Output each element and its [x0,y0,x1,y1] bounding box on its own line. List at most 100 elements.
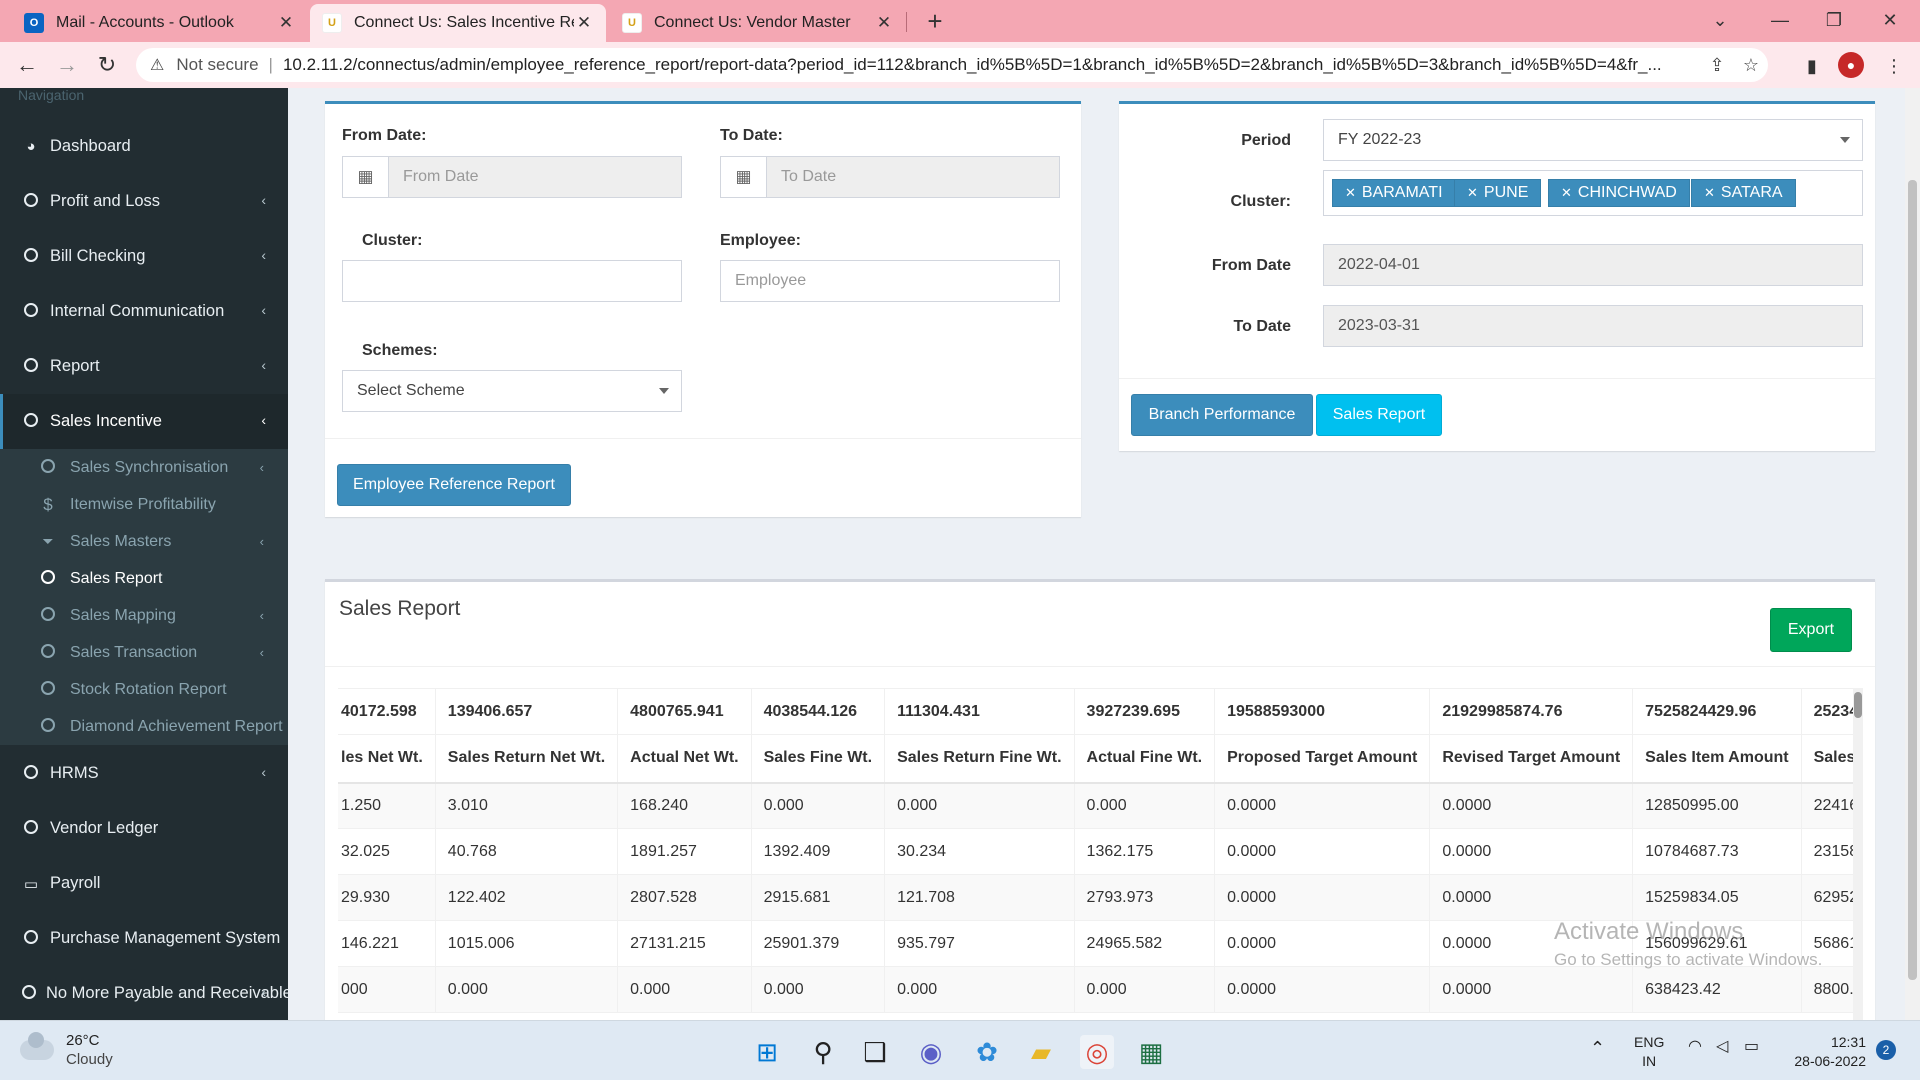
sidebar-sub-itemwise-profitability[interactable]: $ Itemwise Profitability [0,486,288,523]
cluster-tag[interactable]: ✕ BARAMATI [1332,179,1456,207]
sidebar-item-bill-checking[interactable]: Bill Checking ‹ [0,229,288,284]
period-to-date-input[interactable]: 2023-03-31 [1323,305,1863,347]
column-header[interactable]: les Net Wt. [338,734,436,784]
cluster-tag[interactable]: ✕ SATARA [1691,179,1796,207]
sidebar-item-sales-incentive[interactable]: Sales Incentive ‹ [0,394,288,449]
star-icon[interactable]: ☆ [1734,55,1768,76]
chrome-icon[interactable]: ◎ [1080,1035,1114,1069]
chevron-up-icon[interactable]: ⌃ [1590,1039,1605,1058]
widgets-icon[interactable]: ✿ [970,1035,1004,1069]
file-explorer-icon[interactable]: ▰ [1024,1035,1058,1069]
column-header[interactable]: Sales Fine Wt. [750,734,886,784]
employee-input[interactable]: Employee [720,260,1060,302]
tab-vendor-master[interactable]: U Connect Us: Vendor Master ✕ [610,4,906,42]
teams-chat-icon[interactable]: ◉ [914,1035,948,1069]
scrollbar-thumb[interactable] [1854,692,1862,718]
menu-icon[interactable]: ⋮ [1880,52,1908,80]
cluster-multiselect[interactable]: ✕ BARAMATI ✕ PUNE ✕ CHINCHWAD ✕ SATARA [1323,170,1863,216]
from-date-input[interactable]: From Date [388,156,682,198]
back-icon[interactable]: ← [12,50,42,80]
volume-icon[interactable]: ◁ [1716,1037,1728,1056]
sidebar-item-no-more-payable[interactable]: No More Payable and Receivable ‹ [0,966,288,1020]
close-icon[interactable]: ✕ [276,13,296,33]
task-view-icon[interactable]: ❑ [858,1035,892,1069]
schemes-select[interactable]: Select Scheme [342,370,682,412]
sidebar-sub-sales-transaction[interactable]: Sales Transaction ‹ [0,634,288,671]
employee-filter-panel: From Date: ▦ From Date To Date: ▦ To Dat… [325,101,1081,517]
column-header[interactable]: Actual Net Wt. [617,734,752,784]
warning-icon[interactable]: ⚠ [150,55,164,75]
wifi-icon[interactable]: ◠ [1688,1037,1702,1056]
to-date-input[interactable]: To Date [766,156,1060,198]
branch-performance-button[interactable]: Branch Performance [1131,394,1313,436]
column-header[interactable]: Proposed Target Amount [1214,734,1431,784]
sidebar-item-purchase-management[interactable]: Purchase Management System ‹ [0,911,288,966]
cluster-input[interactable] [342,260,682,302]
remove-tag-icon[interactable]: ✕ [1704,185,1715,201]
tab-search-icon[interactable]: ⌄ [1692,0,1748,42]
column-header[interactable]: Actual Fine Wt. [1073,734,1216,784]
language-indicator[interactable]: ENG IN [1634,1033,1664,1071]
sidebar-sub-sales-masters[interactable]: ⏷ Sales Masters ‹ [0,523,288,560]
security-label[interactable]: Not secure [176,55,258,75]
column-header[interactable]: Sales Retu [1800,734,1855,784]
export-button[interactable]: Export [1770,608,1852,652]
connectus-icon: U [322,13,342,33]
remove-tag-icon[interactable]: ✕ [1345,185,1356,201]
sidebar-sub-sales-mapping[interactable]: Sales Mapping ‹ [0,597,288,634]
employee-reference-report-button[interactable]: Employee Reference Report [337,464,571,506]
address-bar[interactable]: ⚠ Not secure | 10.2.11.2/connectus/admin… [136,48,1768,82]
reload-icon[interactable]: ↻ [92,50,122,80]
page-scrollbar[interactable] [1905,88,1920,1020]
remove-tag-icon[interactable]: ✕ [1561,185,1572,201]
chevron-down-icon [659,388,669,394]
forward-icon[interactable]: → [52,50,82,80]
period-from-date-input[interactable]: 2022-04-01 [1323,244,1863,286]
sidebar-item-hrms[interactable]: HRMS ‹ [0,746,288,801]
notification-badge[interactable]: 2 [1876,1040,1896,1060]
sidebar-sub-sales-synchronisation[interactable]: Sales Synchronisation ‹ [0,449,288,486]
sidebar-item-report[interactable]: Report ‹ [0,339,288,394]
tab-sales-incentive[interactable]: U Connect Us: Sales Incentive Repo ✕ [310,4,606,42]
windows-start-icon[interactable]: ⊞ [750,1035,784,1069]
sidebar-sub-diamond-achievement-report[interactable]: Diamond Achievement Report [0,708,288,745]
restore-icon[interactable]: ❐ [1806,0,1862,42]
calendar-icon[interactable]: ▦ [720,156,767,198]
sidebar-item-profit-and-loss[interactable]: Profit and Loss ‹ [0,174,288,229]
clock[interactable]: 12:31 28-06-2022 [1786,1033,1866,1071]
sales-report-button[interactable]: Sales Report [1316,394,1442,436]
weather-widget[interactable]: 26°C Cloudy [20,1031,113,1069]
column-header[interactable]: Sales Item Amount [1632,734,1802,784]
calendar-icon[interactable]: ▦ [342,156,389,198]
tab-outlook[interactable]: O Mail - Accounts - Outlook ✕ [12,4,308,42]
scrollbar-thumb[interactable] [1908,180,1917,980]
sidebar-sub-stock-rotation-report[interactable]: Stock Rotation Report [0,671,288,708]
remove-tag-icon[interactable]: ✕ [1467,185,1478,201]
close-icon[interactable]: ✕ [574,13,594,33]
new-tab-button[interactable]: + [920,6,950,36]
side-panel-icon[interactable]: ▮ [1798,52,1826,80]
chevron-down-icon [1840,137,1850,143]
close-window-icon[interactable]: ✕ [1862,0,1918,42]
sidebar-item-internal-communication[interactable]: Internal Communication ‹ [0,284,288,339]
cluster-tag[interactable]: ✕ CHINCHWAD [1548,179,1690,207]
close-icon[interactable]: ✕ [874,13,894,33]
sidebar-item-vendor-ledger[interactable]: Vendor Ledger [0,801,288,856]
column-header[interactable]: Sales Return Net Wt. [434,734,619,784]
column-header[interactable]: Sales Return Fine Wt. [884,734,1075,784]
url-text[interactable]: 10.2.11.2/connectus/admin/employee_refer… [283,55,1700,75]
profile-avatar[interactable]: ● [1838,52,1864,78]
cluster-tag[interactable]: ✕ PUNE [1454,179,1542,207]
circle-icon [22,192,40,211]
sidebar-item-dashboard[interactable]: ◕ Dashboard [0,119,288,174]
period-select[interactable]: FY 2022-23 [1323,119,1863,161]
sidebar-item-payroll[interactable]: ▭ Payroll [0,856,288,911]
share-icon[interactable]: ⇪ [1700,55,1734,76]
minimize-icon[interactable]: — [1752,0,1808,42]
battery-icon[interactable]: ▭ [1744,1037,1759,1056]
sidebar-sub-sales-report[interactable]: Sales Report [0,560,288,597]
excel-icon[interactable]: ▦ [1134,1035,1168,1069]
column-header[interactable]: Revised Target Amount [1429,734,1634,784]
search-icon[interactable]: ⚲ [806,1035,840,1069]
table-scrollbar[interactable] [1853,688,1863,1020]
